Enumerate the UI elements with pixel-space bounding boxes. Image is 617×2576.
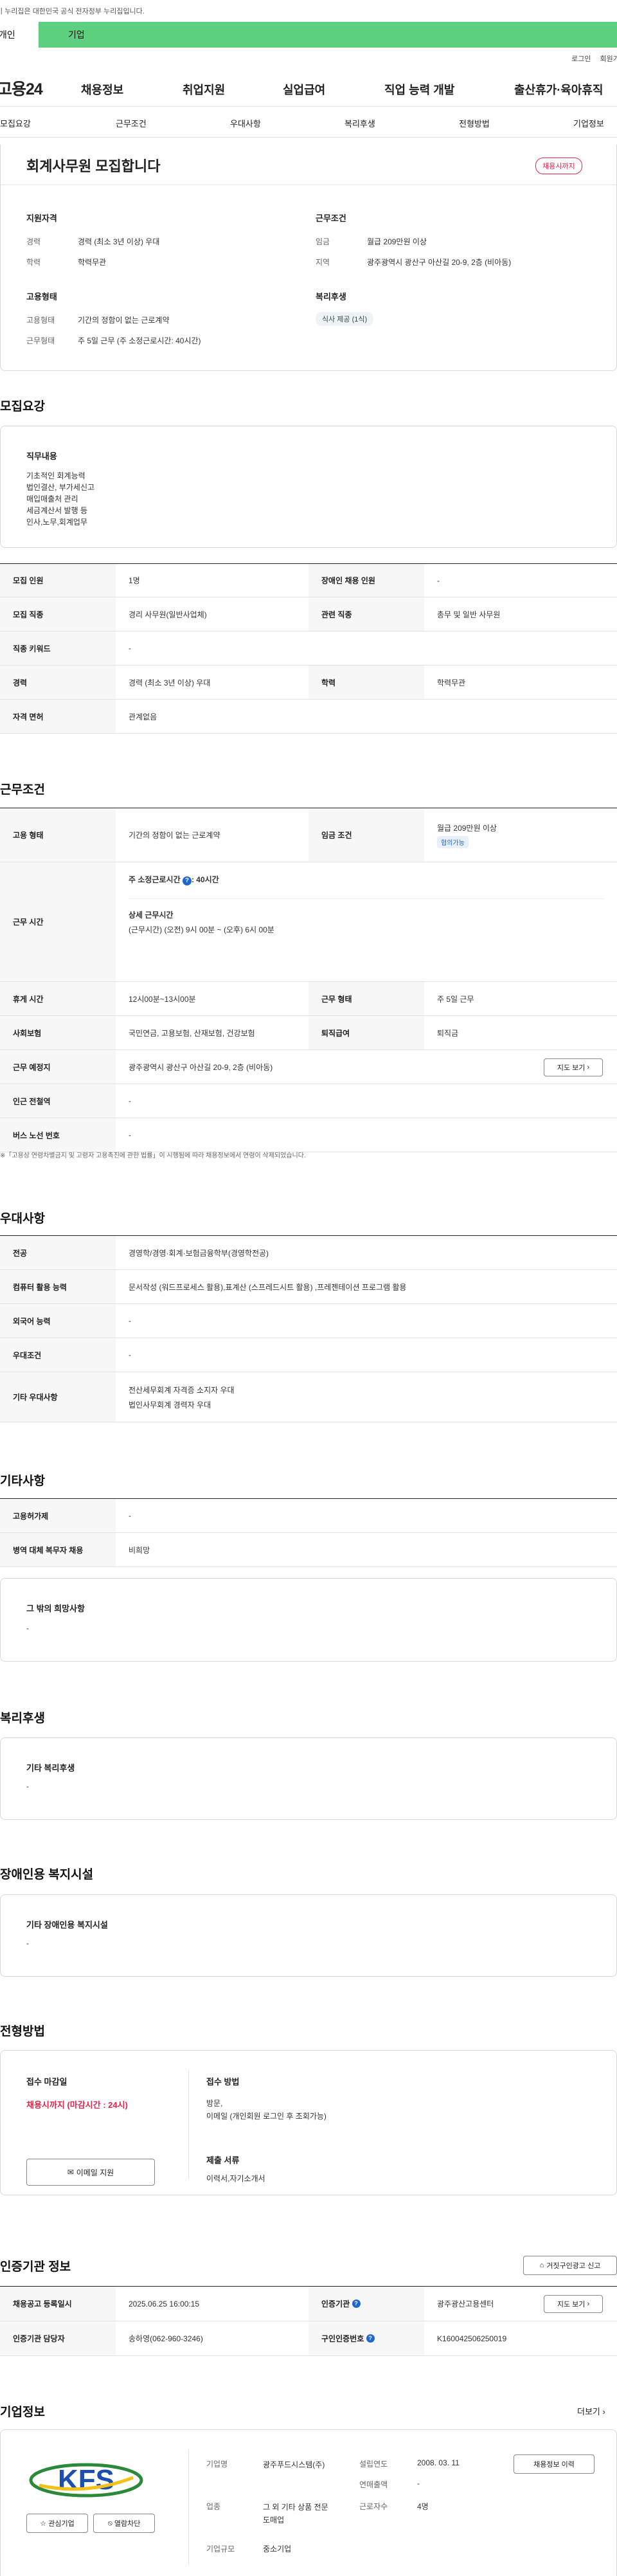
other-hope-card: 그 밖의 희망사항 - [0,1578,617,1662]
anchor-nav: 모집요강 근무조건 우대사항 복리후생 전형방법 기업정보 [0,107,617,138]
login-link[interactable]: 로그인 [571,53,591,64]
anchor-work[interactable]: 근무조건 [116,117,147,129]
block-icon: ⦸ [107,2519,112,2527]
nav-unemployment-benefit[interactable]: 실업급여 [283,81,325,98]
agency-map-button[interactable]: 지도 보기 › [544,2295,603,2313]
gov-banner: 이 누리집은 대한민국 공식 전자정부 누리집입니다. [0,8,145,15]
agency-table: 채용공고 등록일시 2025.06.25 16:00:15 인증기관 ? 광주광산고용… [0,2286,617,2356]
star-icon: ☆ [40,2519,47,2528]
signup-link[interactable]: 회원가입 [600,53,617,64]
type-work-label: 근무형태 [26,336,55,345]
anchor-recruit[interactable]: 모집요강 [0,117,31,129]
tab-personal[interactable]: 개인 [0,22,39,48]
duty-card: 직무내용 기초적인 회계능력 법인결산, 부가세신고 매입매출처 관리 세금계산서 발… [0,426,617,548]
table-row: 경력 경력 (최소 3년 이상) 우대 학력 학력무관 [0,666,617,700]
summary-card: 회계사무원 모집합니다 채용시까지 지원자격 경력 경력 (최소 3년 이상) … [0,145,617,371]
deadline-badge: 채용시까지 [535,158,582,174]
company-logo: KFS [26,2456,146,2505]
cond-heading: 근무조건 [316,213,346,223]
table-row: 자격 면허 관계없음 [0,700,617,734]
anchor-process[interactable]: 전형방법 [459,117,490,129]
site-logo[interactable]: 고용24 [0,77,73,100]
qual-career-value: 경력 (최소 3년 이상) 우대 [78,237,160,246]
cond-wage-label: 임금 [316,237,330,246]
welfare-chip: 식사 제공 (1식) [316,312,374,326]
report-fake-ad-button[interactable]: ⌂ 거짓구인광고 신고 [523,2256,617,2275]
table-row: 근무 시간 주 소정근로시간 ?: 40시간 상세 근무시간 (근무시간) (오… [0,862,617,982]
qual-edu-value: 학력무관 [78,258,107,267]
anchor-company[interactable]: 기업정보 [573,117,604,129]
other-table: 고용허가제 - 병역 대체 복무자 채용 비희망 [0,1498,617,1567]
table-row: 휴게 시간 12시00분~13시00분 근무 형태 주 5일 근무 [0,982,617,1016]
duty-heading: 직무내용 [26,451,57,461]
pref-section-title: 우대사항 [0,1212,45,1226]
company-card: KFS ☆ 관심기업 ⦸ 열람차단 기업명 광주푸드시스템(주) 업종 그 외 … [0,2429,617,2576]
process-card: 접수 마감일 채용시까지 (마감시간 : 24시) ✉ 이메일 지원 접수 방법 … [0,2050,617,2195]
info-icon[interactable]: ? [182,876,192,885]
company-name: 광주푸드시스템(주) [263,2460,325,2469]
anchor-pref[interactable]: 우대사항 [230,117,261,129]
type-heading: 고용형태 [26,292,57,302]
disab-card: 기타 장애인용 복지시설 - [0,1894,617,1977]
mail-icon: ✉ [67,2168,74,2177]
company-section-title: 기업정보 [0,2406,45,2419]
duty-list: 기초적인 회계능력 법인결산, 부가세신고 매입매출처 관리 세금계산서 발행 등 인사… [26,471,95,527]
user-type-tabs: 개인 기업 [0,22,617,48]
recruit-table: 모집 인원 1명 장애인 채용 인원 - 모집 직종 경리 사무원(일반사업체) 관련 직… [0,563,617,734]
utility-links: 로그인 회원가입 [0,48,617,69]
welfare-section-title: 복리후생 [0,1712,45,1725]
type-emp-label: 고용형태 [26,316,55,325]
tab-company[interactable]: 기업 [39,22,617,48]
favorite-company-button[interactable]: ☆ 관심기업 [26,2514,88,2533]
company-more-link[interactable]: 더보기 › [577,2405,605,2417]
anchor-welfare[interactable]: 복리후생 [344,117,375,129]
cond-region-label: 지역 [316,258,330,267]
other-section-title: 기타사항 [0,1474,45,1488]
nav-job-training[interactable]: 직업 능력 개발 [384,81,454,98]
agency-section-title: 인증기관 정보 [0,2260,71,2274]
block-view-button[interactable]: ⦸ 열람차단 [93,2514,155,2533]
table-row: 모집 직종 경리 사무원(일반사업체) 관련 직종 총무 및 일반 사무원 [0,597,617,631]
work-table: 고용 형태 기간의 정함이 없는 근로계약 임금 조건 월급 209만원 이상 협… [0,808,617,1152]
cond-wage-value: 월급 209만원 이상 [367,237,427,246]
job-title: 회계사무원 모집합니다 [26,158,161,174]
type-work-value: 주 5일 근무 (주 소정근로시간: 40시간) [78,336,201,345]
negotiable-chip: 협의가능 [437,835,469,848]
info-icon[interactable]: ? [366,2334,375,2343]
global-nav: 고용24 채용정보 취업지원 실업급여 직업 능력 개발 출산휴가·육아휴직 [0,69,617,107]
welfare-heading: 복리후생 [316,292,346,302]
table-row: 사회보험 국민연금, 고용보험, 산재보험, 건강보험 퇴직급여 퇴직금 [0,1016,617,1050]
work-section-title: 근무조건 [0,783,45,797]
table-row: 고용 형태 기간의 정함이 없는 근로계약 임금 조건 월급 209만원 이상 협… [0,808,617,862]
qual-edu-label: 학력 [26,258,41,267]
email-apply-button[interactable]: ✉ 이메일 지원 [26,2159,155,2186]
map-view-button[interactable]: 지도 보기 › [544,1058,603,1076]
report-icon: ⌂ [539,2262,544,2269]
nav-jobs[interactable]: 채용정보 [81,81,123,98]
disab-section-title: 장애인용 복지시설 [0,1868,94,1882]
deadline-text: 채용시까지 (마감시간 : 24시) [26,2100,128,2110]
nav-employment-support[interactable]: 취업지원 [183,81,225,98]
qual-career-label: 경력 [26,237,41,246]
info-icon[interactable]: ? [352,2299,361,2308]
chevron-right-icon: › [587,1064,590,1071]
svg-text:KFS: KFS [58,2464,114,2496]
table-row: 모집 인원 1명 장애인 채용 인원 - [0,564,617,597]
type-emp-value: 기간의 정함이 없는 근로계약 [78,316,170,325]
table-row: 인근 전철역 - [0,1084,617,1118]
qual-heading: 지원자격 [26,213,57,223]
pref-table: 전공 경영학/경영·회계·보험금융학부(경영학전공) 컴퓨터 활용 능력 문서작성 … [0,1235,617,1422]
cond-region-value: 광주광역시 광산구 아산길 20-9, 2층 (비아동) [367,258,512,267]
table-row: 근무 예정지 광주광역시 광산구 아산길 20-9, 2층 (비아동) 지도 보기… [0,1050,617,1084]
process-section-title: 전형방법 [0,2025,45,2038]
table-row: 버스 노선 번호 - [0,1118,617,1152]
nav-parental-leave[interactable]: 출산휴가·육아휴직 [514,81,603,98]
recruit-history-button[interactable]: 채용정보 이력 [514,2454,595,2474]
table-row: 직종 키워드 - [0,631,617,666]
recruit-section-title: 모집요강 [0,400,45,413]
age-law-note: ※「고용상 연령차별금지 및 고령자 고용촉진에 관한 법률」이 시행됨에 따라… [0,1152,306,1159]
chevron-right-icon: › [587,2300,590,2308]
welfare-card: 기타 복리후생 - [0,1737,617,1820]
